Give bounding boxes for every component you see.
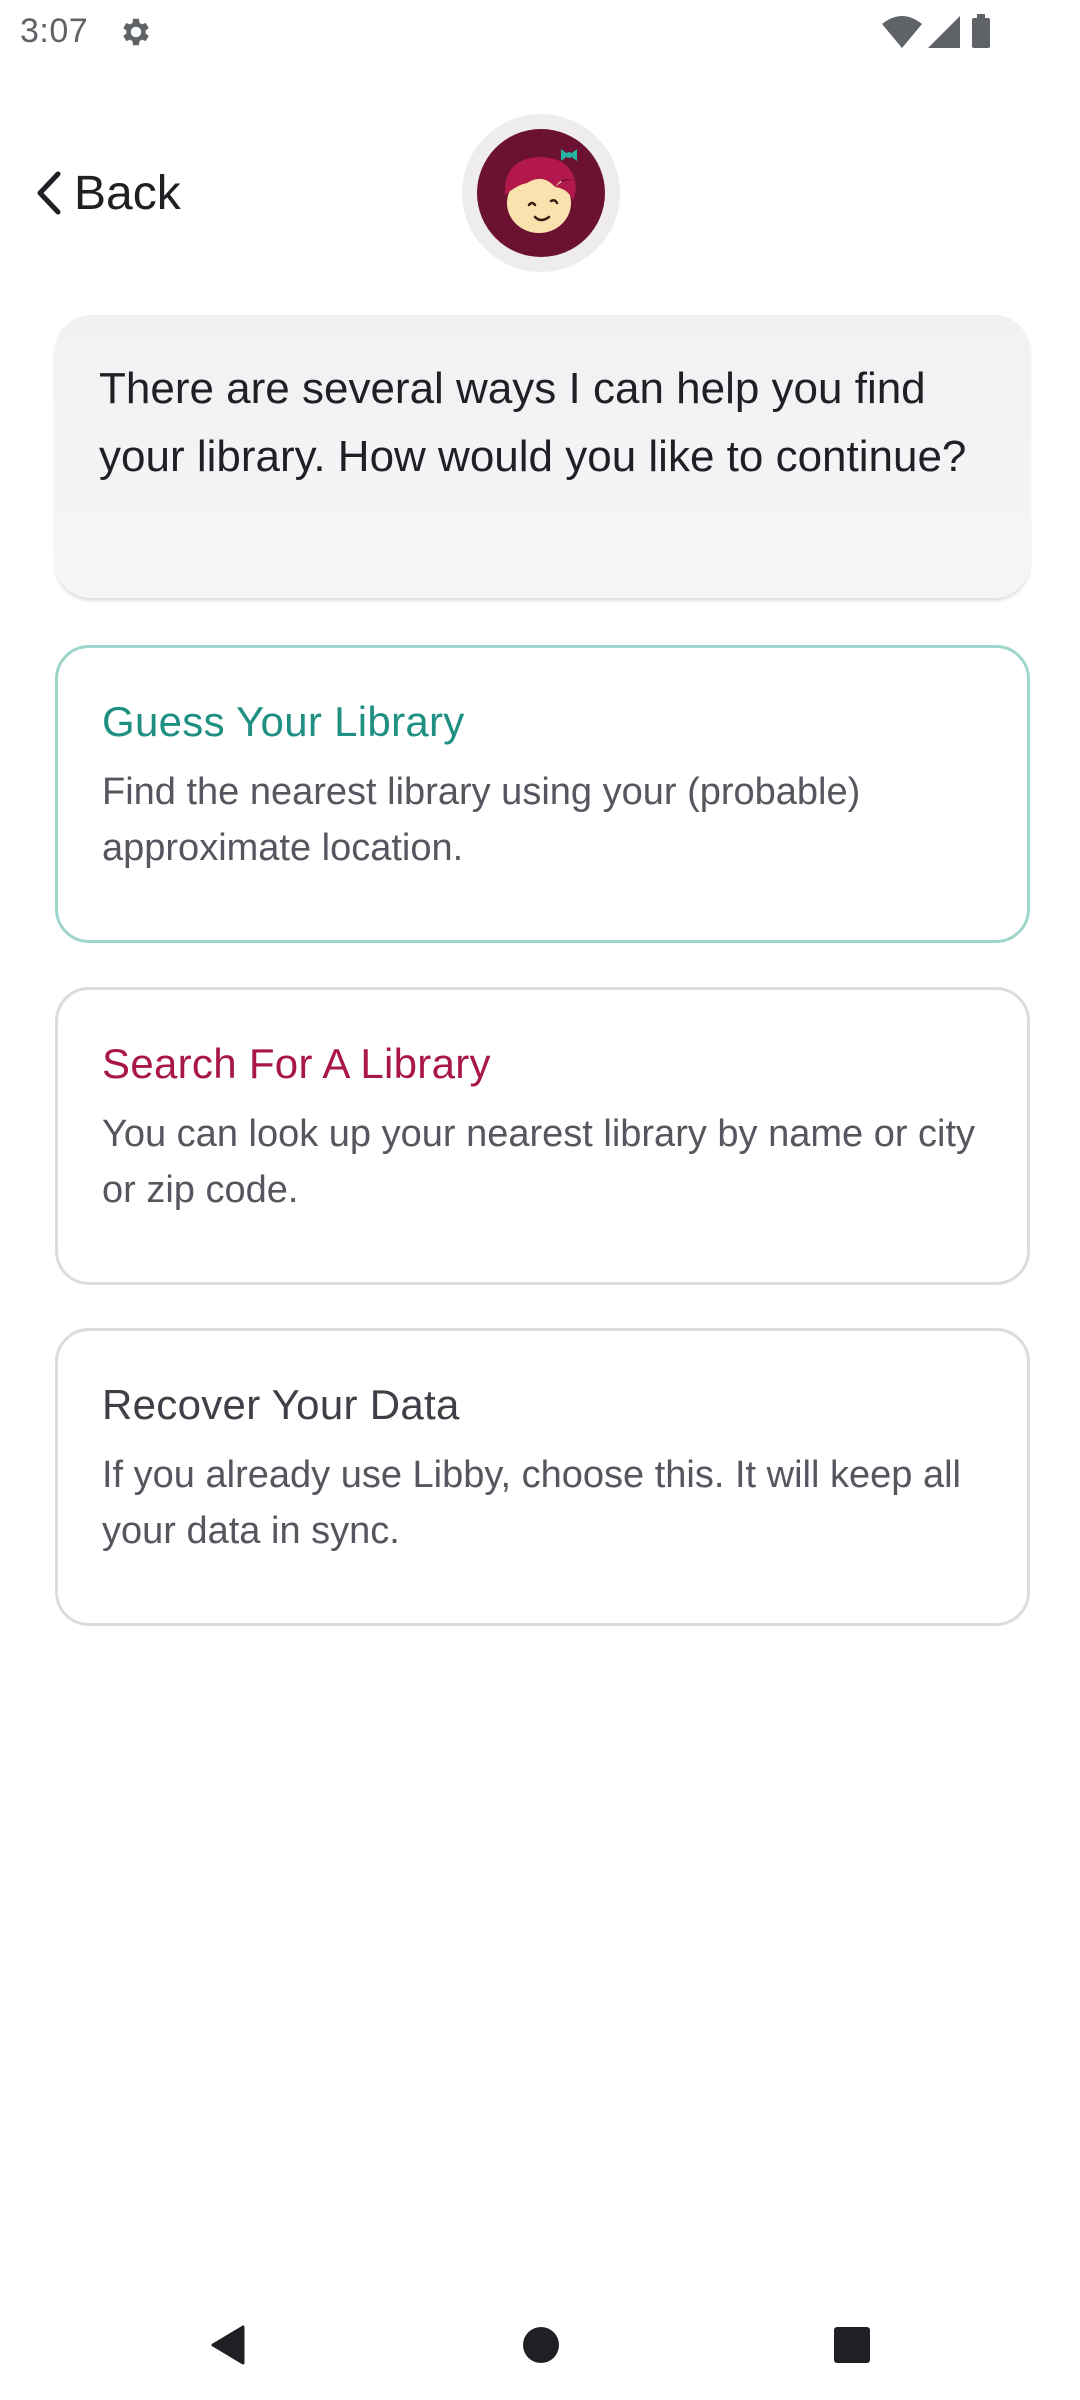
option-description: Find the nearest library using your (pro… [102,771,861,869]
message-text: There are several ways I can help you fi… [99,364,967,481]
recover-your-data-card[interactable]: Recover Your Data If you already use Lib… [55,1328,1030,1626]
option-description: You can look up your nearest library by … [102,1113,976,1211]
option-description: If you already use Libby, choose this. I… [102,1454,961,1552]
message-bubble: There are several ways I can help you fi… [55,315,1030,598]
option-title: Search For A Library [102,1040,491,1087]
search-for-a-library-card[interactable]: Search For A Library You can look up you… [55,987,1030,1285]
wifi-icon [882,16,922,48]
nav-back-icon[interactable] [192,2310,262,2380]
status-bar: 3:07 [0,0,1080,64]
chevron-left-icon [34,168,64,218]
libby-logo-icon [462,114,620,272]
back-label: Back [74,166,181,220]
navigation-bar [0,2290,1080,2400]
option-title: Recover Your Data [102,1381,460,1428]
gear-icon [118,14,154,50]
guess-your-library-card[interactable]: Guess Your Library Find the nearest libr… [55,645,1030,943]
battery-icon [972,14,990,48]
avatar [477,129,605,257]
back-button[interactable]: Back [34,158,181,228]
nav-home-icon[interactable] [506,2310,576,2380]
status-time: 3:07 [20,12,89,50]
option-title: Guess Your Library [102,698,465,745]
cell-signal-icon [928,16,960,48]
nav-recents-icon[interactable] [817,2310,887,2380]
status-icons [880,12,1010,52]
